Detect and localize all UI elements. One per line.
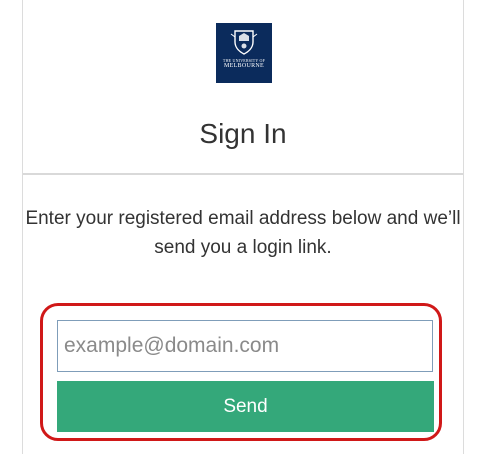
instructions-text: Enter your registered email address belo…: [25, 208, 461, 258]
title-divider: [23, 173, 463, 175]
page: THE UNIVERSITY OF MELBOURNE Sign In Ente…: [0, 0, 486, 454]
university-logo: THE UNIVERSITY OF MELBOURNE: [216, 23, 272, 83]
page-title: Sign In: [199, 118, 287, 149]
logo-text-line2: MELBOURNE: [223, 63, 265, 69]
send-button[interactable]: Send: [57, 381, 434, 432]
crest-icon: [230, 30, 258, 55]
email-field[interactable]: [57, 320, 433, 372]
